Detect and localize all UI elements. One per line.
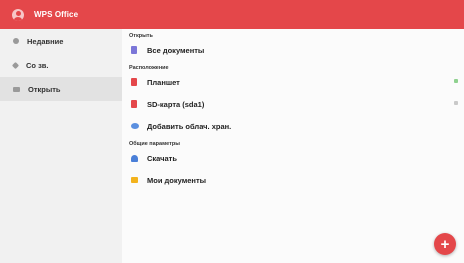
sidebar-item-label: Недавние xyxy=(27,36,64,46)
cloud-icon xyxy=(131,123,139,129)
wps-office-app: WPS Office Недавние Со зв. Открыть Откры… xyxy=(0,0,464,263)
list-item-label: Скачать xyxy=(147,153,177,163)
add-button[interactable]: + xyxy=(434,233,456,255)
list-item-label: Все документы xyxy=(147,45,205,55)
storage-indicator xyxy=(454,101,459,105)
tablet-icon xyxy=(131,78,137,86)
sidebar-item-open[interactable]: Открыть xyxy=(0,77,122,101)
list-item-sd-card[interactable]: SD-карта (sda1) xyxy=(122,93,464,115)
plus-icon: + xyxy=(440,235,450,253)
list-item-all-documents[interactable]: Все документы xyxy=(122,39,464,61)
star-icon xyxy=(11,61,20,69)
list-item-label: Планшет xyxy=(147,77,180,87)
main-panel: Открыть Все документы Расположение Планш… xyxy=(122,29,464,263)
folder-icon xyxy=(13,86,20,92)
documents-icon xyxy=(131,46,137,54)
list-item-label: Добавить облач. хран. xyxy=(147,121,232,131)
section-header-location: Расположение xyxy=(129,65,169,71)
my-documents-folder-icon xyxy=(131,177,138,183)
list-item-label: SD-карта (sda1) xyxy=(147,99,205,109)
sidebar-item-recent[interactable]: Недавние xyxy=(0,29,122,53)
app-title: WPS Office xyxy=(34,10,79,19)
list-item-add-cloud[interactable]: Добавить облач. хран. xyxy=(122,115,464,137)
list-item-label: Мои документы xyxy=(147,175,207,185)
clock-icon xyxy=(13,38,19,44)
section-header-general: Общие параметры xyxy=(129,141,180,147)
storage-indicator xyxy=(454,79,459,83)
sidebar-item-label: Открыть xyxy=(28,84,61,94)
list-item-my-documents[interactable]: Мои документы xyxy=(122,169,464,191)
title-bar: WPS Office xyxy=(0,0,464,29)
list-item-download[interactable]: Скачать xyxy=(122,147,464,169)
avatar-icon[interactable] xyxy=(12,8,24,21)
download-icon xyxy=(131,154,138,162)
sd-card-icon xyxy=(131,100,137,108)
sidebar: Недавние Со зв. Открыть xyxy=(0,29,122,263)
storage-status-icon xyxy=(454,101,458,105)
sidebar-item-label: Со зв. xyxy=(26,60,49,70)
storage-status-icon xyxy=(454,79,458,83)
sidebar-item-starred[interactable]: Со зв. xyxy=(0,53,122,77)
list-item-tablet[interactable]: Планшет xyxy=(122,71,464,93)
section-header-open: Открыть xyxy=(129,33,153,39)
